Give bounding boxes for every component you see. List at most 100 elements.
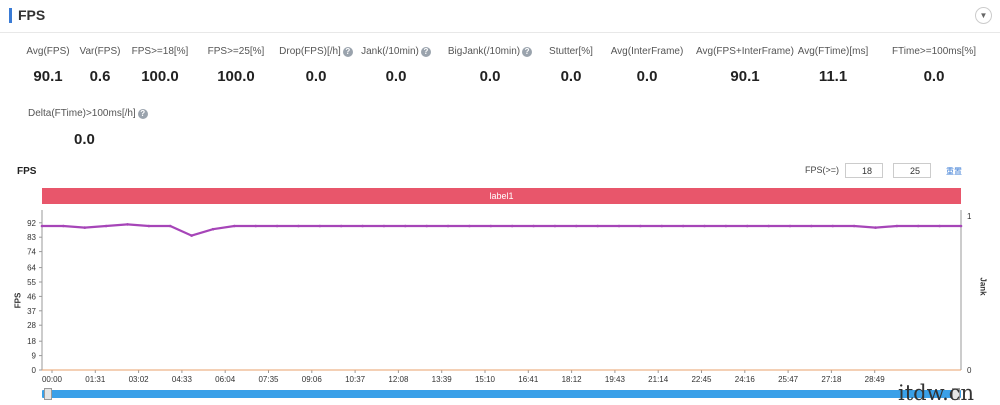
y-right-tick-label: 1 xyxy=(967,212,972,221)
metric-label: Delta(FTime)>100ms[/h] xyxy=(28,108,136,119)
y-tick-label: 0 xyxy=(32,366,37,375)
time-range-scrollbar[interactable] xyxy=(42,388,961,400)
section-accent-bar xyxy=(9,8,12,23)
x-tick-label: 18:12 xyxy=(562,375,583,384)
series-point xyxy=(83,226,87,229)
metric-label: BigJank(/10min) xyxy=(447,46,521,57)
x-tick-label: 13:39 xyxy=(432,375,453,384)
x-tick-label: 22:45 xyxy=(691,375,712,384)
series-point xyxy=(724,224,728,228)
series-point xyxy=(959,224,963,228)
series-point xyxy=(211,227,215,231)
series-point xyxy=(681,224,685,228)
series-point xyxy=(126,223,129,226)
y-tick-label: 9 xyxy=(32,352,37,361)
metric-item: FTime>=100ms[%] 0.0 xyxy=(874,46,994,85)
series-point xyxy=(382,224,386,228)
x-tick-label: 19:43 xyxy=(605,375,626,384)
metric-value: 0.0 xyxy=(74,131,95,148)
y-tick-label: 92 xyxy=(27,219,36,228)
fps-threshold-label: FPS(>=) xyxy=(805,165,840,175)
series-point xyxy=(596,224,599,228)
series-point xyxy=(767,224,770,228)
y-axis-label: FPS xyxy=(13,292,23,309)
y-tick-label: 74 xyxy=(27,248,36,257)
series-point xyxy=(895,224,899,228)
collapse-chevron-icon[interactable]: ▼ xyxy=(975,7,992,24)
series-point xyxy=(339,224,343,228)
series-point xyxy=(510,224,514,228)
y-tick-label: 28 xyxy=(27,321,36,330)
y-tick-label: 64 xyxy=(27,264,36,273)
y-right-tick-label: 0 xyxy=(967,366,972,375)
x-tick-label: 09:06 xyxy=(302,375,323,384)
x-tick-label: 06:04 xyxy=(215,375,236,384)
x-tick-label: 00:00 xyxy=(42,375,63,384)
x-tick-label: 01:31 xyxy=(85,375,106,384)
chart-title: FPS xyxy=(17,166,37,177)
series-point xyxy=(147,224,151,228)
reset-button[interactable]: 重置 xyxy=(946,166,962,177)
series-point xyxy=(104,224,108,228)
series-point xyxy=(532,224,535,228)
x-tick-label: 25:47 xyxy=(778,375,799,384)
series-point xyxy=(62,224,65,228)
y-tick-label: 37 xyxy=(27,307,36,316)
x-tick-label: 15:10 xyxy=(475,375,496,384)
series-point xyxy=(489,224,493,228)
metric-delta-ftime: Delta(FTime)>100ms[/h] ? 0.0 xyxy=(28,108,148,148)
x-tick-label: 04:33 xyxy=(172,375,193,384)
y-axis-right-label: Jank xyxy=(978,277,988,296)
help-icon[interactable]: ? xyxy=(137,108,148,119)
series-line xyxy=(42,223,961,237)
series-point xyxy=(168,224,172,228)
x-tick-label: 12:08 xyxy=(388,375,409,384)
x-tick-label: 27:18 xyxy=(821,375,842,384)
metric-label: Drop(FPS)[/h] xyxy=(279,46,341,57)
y-tick-label: 55 xyxy=(27,278,36,287)
series-point xyxy=(916,224,920,228)
series-point xyxy=(874,226,877,229)
series-point xyxy=(660,224,664,228)
series-point xyxy=(404,224,407,228)
section-header: FPS ▼ xyxy=(0,0,1000,33)
x-tick-label: 28:49 xyxy=(865,375,886,384)
x-tick-label: 10:37 xyxy=(345,375,366,384)
x-tick-label: 21:14 xyxy=(648,375,669,384)
label-band: label1 xyxy=(42,188,961,204)
series-point xyxy=(446,224,450,228)
x-tick-label: 24:16 xyxy=(735,375,756,384)
watermark: itdw.cn xyxy=(898,381,975,405)
series-point xyxy=(553,224,557,228)
fps-threshold-low-input[interactable] xyxy=(845,163,883,178)
section-title: FPS xyxy=(18,7,46,23)
series-point xyxy=(831,224,835,228)
fps-threshold-high-input[interactable] xyxy=(893,163,931,178)
series-point xyxy=(361,224,364,228)
metric-value: 0.0 xyxy=(923,68,945,85)
y-tick-label: 46 xyxy=(27,292,36,301)
metrics-row: Avg(FPS) 90.1 Var(FPS) 0.6 FPS>=18[%] 100.0 FP… xyxy=(0,46,1000,85)
scrollbar-left-handle[interactable] xyxy=(44,388,52,400)
fps-line-chart: 0 9 18 28 37 46 55 64 74 83 92 0 1 00:00 01:31 03:02 04:… xyxy=(27,210,972,384)
series-point xyxy=(233,224,236,228)
series-point xyxy=(639,224,642,228)
series-point xyxy=(575,224,578,228)
y-tick-label: 83 xyxy=(27,233,36,242)
x-tick-label: 16:41 xyxy=(518,375,539,384)
series-point xyxy=(788,224,792,228)
series-point xyxy=(297,224,300,228)
series-point xyxy=(745,224,749,228)
series-point xyxy=(617,224,621,228)
y-tick-label: 18 xyxy=(27,337,36,346)
metric-label: Jank(/10min) xyxy=(361,46,419,57)
series-point xyxy=(810,224,813,228)
x-tick-label: 07:35 xyxy=(258,375,279,384)
series-point xyxy=(275,224,279,228)
x-tick-label: 03:02 xyxy=(129,375,150,384)
metric-label: Avg(InterFrame) xyxy=(610,46,684,57)
series-point xyxy=(254,224,258,228)
series-point xyxy=(425,224,428,228)
series-point xyxy=(703,224,706,228)
metric-label: Avg(FTime)[ms] xyxy=(797,46,869,57)
